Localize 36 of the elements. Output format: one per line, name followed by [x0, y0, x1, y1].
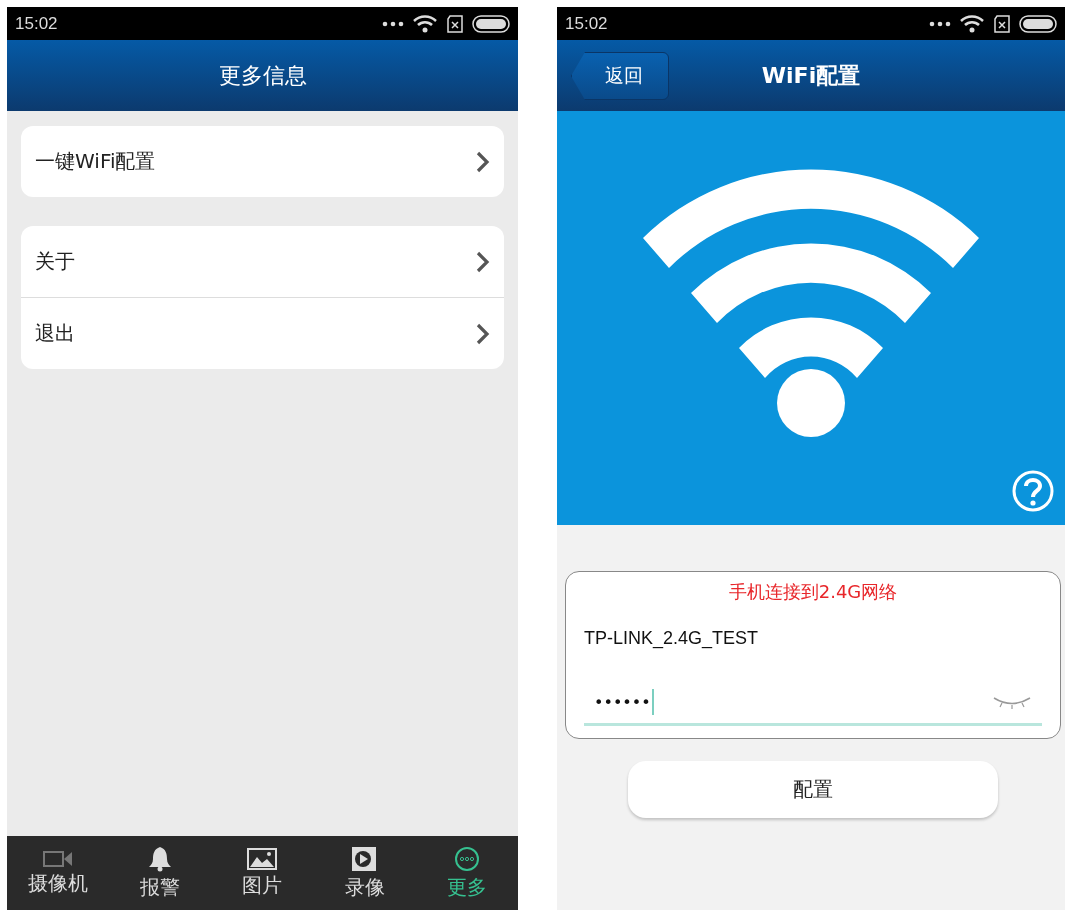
- more-dots-icon: [382, 20, 404, 27]
- tab-item[interactable]: 报警: [115, 845, 206, 901]
- network-hint: 手机连接到2.4G网络: [728, 580, 898, 604]
- eye-closed-icon: [992, 695, 1032, 709]
- menu-item[interactable]: 一键WiFi配置: [21, 126, 504, 197]
- play-icon: [350, 845, 379, 872]
- sim-card-icon: [446, 14, 464, 33]
- tab-item[interactable]: 摄像机: [13, 849, 104, 897]
- page-title: 更多信息: [218, 61, 307, 90]
- configure-button[interactable]: 配置: [628, 761, 998, 818]
- help-icon[interactable]: [1011, 469, 1055, 513]
- battery-icon: [1019, 14, 1057, 33]
- back-button[interactable]: 返回: [571, 52, 669, 100]
- tab-item[interactable]: 录像: [319, 845, 410, 901]
- chevron-right-icon: [476, 150, 490, 173]
- menu-item[interactable]: 退出: [21, 297, 504, 369]
- bell-icon: [148, 845, 173, 872]
- password-field[interactable]: ••••••: [584, 681, 1042, 726]
- battery-icon: [472, 14, 510, 33]
- sim-card-icon: [993, 14, 1011, 33]
- status-time: 15:02: [15, 13, 58, 34]
- image-icon: [247, 847, 278, 870]
- chevron-right-icon: [476, 322, 490, 345]
- wifi-signal-icon: [412, 13, 438, 34]
- wifi-signal-icon: [959, 13, 985, 34]
- status-time: 15:02: [565, 13, 608, 34]
- wifi-icon: [643, 168, 979, 438]
- more-icon: [453, 845, 480, 872]
- tab-item[interactable]: 图片: [217, 847, 308, 899]
- tab-item[interactable]: 更多: [421, 845, 512, 901]
- menu-item[interactable]: 关于: [21, 226, 504, 297]
- chevron-right-icon: [476, 250, 490, 273]
- ssid-text: TP-LINK_2.4G_TEST: [584, 628, 760, 649]
- video-camera-icon: [43, 849, 74, 868]
- more-dots-icon: [929, 20, 951, 27]
- page-title: WiFi配置: [761, 61, 861, 90]
